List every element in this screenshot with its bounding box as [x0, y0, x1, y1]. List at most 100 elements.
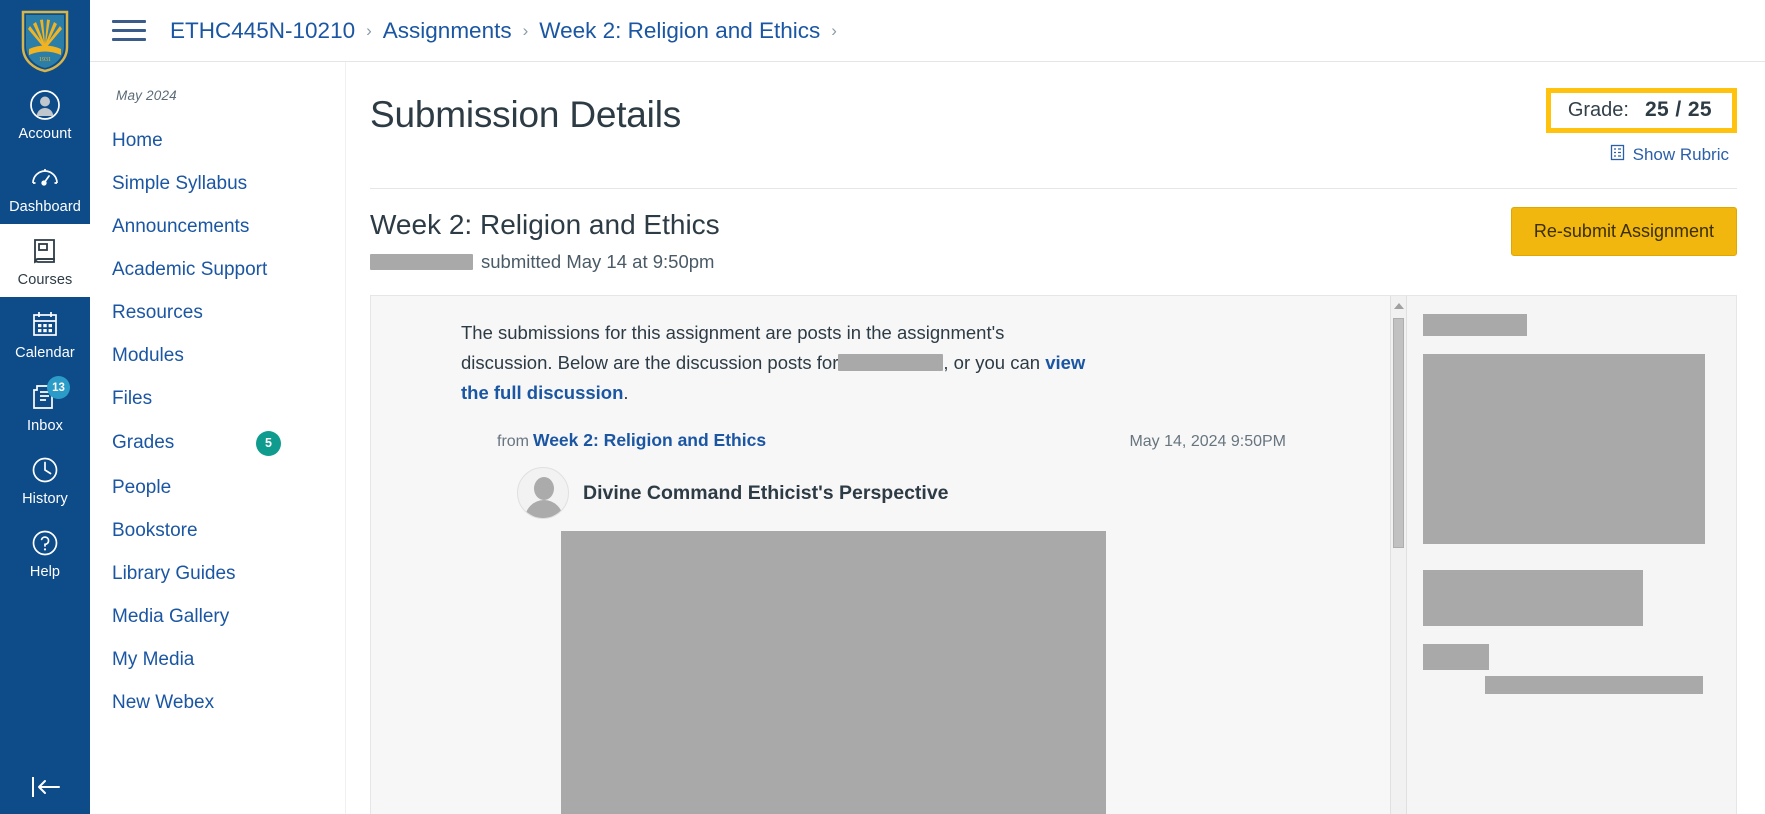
svg-text:1931: 1931 — [39, 57, 51, 63]
chevron-right-icon: › — [831, 20, 837, 40]
submission-panel: The submissions for this assignment are … — [370, 295, 1737, 814]
global-nav-item-calendar[interactable]: Calendar — [0, 297, 90, 370]
hamburger-menu-icon[interactable] — [112, 16, 146, 46]
page-body: May 2024 Home Simple Syllabus Announceme… — [90, 62, 1765, 814]
course-nav-item-academic-support[interactable]: Academic Support — [90, 248, 345, 291]
course-nav-label: Simple Syllabus — [112, 172, 248, 194]
course-nav-item-simple-syllabus[interactable]: Simple Syllabus — [90, 162, 345, 205]
intro-part-2: , or you can — [943, 352, 1046, 373]
submitted-text: submitted May 14 at 9:50pm — [481, 251, 715, 272]
global-nav-label: Help — [29, 564, 61, 580]
scroll-up-arrow-icon[interactable] — [1394, 303, 1404, 309]
breadcrumb-item-assignments[interactable]: Assignments — [383, 18, 512, 44]
show-rubric-label: Show Rubric — [1632, 145, 1729, 164]
global-nav-item-courses[interactable]: Courses — [0, 224, 90, 297]
post-origin: from Week 2: Religion and Ethics — [497, 430, 766, 451]
course-nav-item-new-webex[interactable]: New Webex — [90, 681, 345, 724]
global-nav-item-dashboard[interactable]: Dashboard — [0, 151, 90, 224]
chevron-right-icon: › — [522, 20, 529, 40]
course-nav-item-bookstore[interactable]: Bookstore — [90, 509, 345, 552]
course-nav-item-resources[interactable]: Resources — [90, 291, 345, 334]
avatar-head — [534, 477, 554, 500]
courses-book-icon — [28, 234, 62, 268]
global-nav-item-help[interactable]: Help — [0, 516, 90, 589]
course-nav-label: Home — [112, 129, 163, 151]
grade-value: 25 / 25 — [1644, 98, 1712, 121]
inbox-unread-badge: 13 — [47, 376, 70, 399]
course-nav-label: Grades — [112, 432, 175, 453]
course-nav-item-library-guides[interactable]: Library Guides — [90, 552, 345, 595]
course-nav-label: New Webex — [112, 691, 215, 713]
collapse-nav-icon[interactable] — [0, 774, 90, 800]
content-column: ETHC445N-10210 › Assignments › Week 2: R… — [90, 0, 1765, 814]
global-nav-label: Calendar — [15, 345, 75, 361]
page-header-row: Submission Details Grade: 25 / 25 Show R… — [370, 84, 1737, 166]
course-nav-label: Files — [112, 387, 153, 409]
global-nav-label: Account — [18, 126, 72, 142]
global-nav-item-history[interactable]: History — [0, 443, 90, 516]
show-rubric-button[interactable]: Show Rubric — [1546, 144, 1729, 166]
breadcrumb-item-assignment[interactable]: Week 2: Religion and Ethics — [539, 18, 820, 44]
global-nav-label: Inbox — [27, 418, 63, 434]
university-crest-logo[interactable]: 1931 — [0, 0, 90, 78]
comments-sidebar: Add a Comment: — [1406, 296, 1736, 814]
assignment-title: Week 2: Religion and Ethics — [370, 209, 720, 240]
from-label: from — [497, 433, 529, 450]
page-title: Submission Details — [370, 94, 682, 135]
redacted-student-name — [370, 254, 473, 270]
course-nav-item-announcements[interactable]: Announcements — [90, 205, 345, 248]
discussion-preview: The submissions for this assignment are … — [371, 296, 1390, 814]
breadcrumb-bar: ETHC445N-10210 › Assignments › Week 2: R… — [90, 0, 1765, 62]
course-nav-item-files[interactable]: Files — [90, 377, 345, 420]
intro-end: . — [623, 382, 629, 403]
course-nav-label: Announcements — [112, 215, 250, 237]
chevron-right-icon: › — [366, 20, 372, 40]
course-nav-item-modules[interactable]: Modules — [90, 334, 345, 377]
grade-badge: Grade: 25 / 25 — [1545, 88, 1737, 133]
course-term-label: May 2024 — [116, 88, 177, 103]
breadcrumb-item-course[interactable]: ETHC445N-10210 — [170, 18, 355, 44]
course-nav-label: People — [112, 476, 172, 498]
post-title: Divine Command Ethicist's Perspective — [583, 481, 949, 504]
global-nav-label: Dashboard — [9, 199, 81, 215]
main-content: Submission Details Grade: 25 / 25 Show R… — [346, 62, 1765, 814]
grade-area: Grade: 25 / 25 Show Rubric — [1545, 84, 1737, 166]
redacted-block — [1423, 570, 1643, 626]
breadcrumb: ETHC445N-10210 › Assignments › Week 2: R… — [170, 18, 848, 44]
preview-intro-text: The submissions for this assignment are … — [461, 318, 1101, 408]
default-user-avatar — [517, 467, 569, 519]
course-nav-item-grades[interactable]: Grades 5 — [90, 420, 345, 466]
redacted-discussion-name — [838, 354, 944, 371]
discussion-topic-link[interactable]: Week 2: Religion and Ethics — [533, 430, 766, 450]
post-date: May 14, 2024 9:50PM — [1129, 433, 1286, 450]
account-avatar-icon — [28, 88, 62, 122]
calendar-icon — [28, 307, 62, 341]
submitted-line: submitted May 14 at 9:50pm — [370, 251, 720, 273]
vertical-scrollbar[interactable] — [1390, 296, 1406, 814]
global-nav-item-account[interactable]: Account — [0, 78, 90, 151]
post-header: Divine Command Ethicist's Perspective — [461, 467, 1376, 519]
redacted-post-body — [561, 531, 1106, 814]
grade-label: Grade: — [1567, 98, 1629, 121]
global-nav-label: Courses — [17, 272, 73, 288]
course-nav-item-my-media[interactable]: My Media — [90, 638, 345, 681]
course-nav-item-people[interactable]: People — [90, 466, 345, 509]
dashboard-gauge-icon — [28, 161, 62, 195]
grades-count-badge: 5 — [256, 430, 281, 456]
course-nav-label: Media Gallery — [112, 605, 230, 627]
course-nav-item-home[interactable]: Home — [90, 119, 345, 162]
course-nav-label: Bookstore — [112, 519, 198, 541]
crest-icon: 1931 — [21, 10, 69, 73]
rubric-icon — [1609, 144, 1626, 166]
assignment-info: Week 2: Religion and Ethics submitted Ma… — [370, 207, 720, 273]
resubmit-assignment-button[interactable]: Re-submit Assignment — [1510, 207, 1737, 256]
global-nav-item-inbox[interactable]: 13 Inbox — [0, 370, 90, 443]
history-clock-icon — [28, 453, 62, 487]
course-nav-item-media-gallery[interactable]: Media Gallery — [90, 595, 345, 638]
course-nav-label: Academic Support — [112, 258, 268, 280]
scrollbar-thumb[interactable] — [1393, 318, 1404, 548]
redacted-block — [1423, 314, 1527, 336]
course-nav-label: Library Guides — [112, 562, 236, 584]
course-navigation: May 2024 Home Simple Syllabus Announceme… — [90, 62, 346, 814]
course-nav-label: Resources — [112, 301, 203, 323]
